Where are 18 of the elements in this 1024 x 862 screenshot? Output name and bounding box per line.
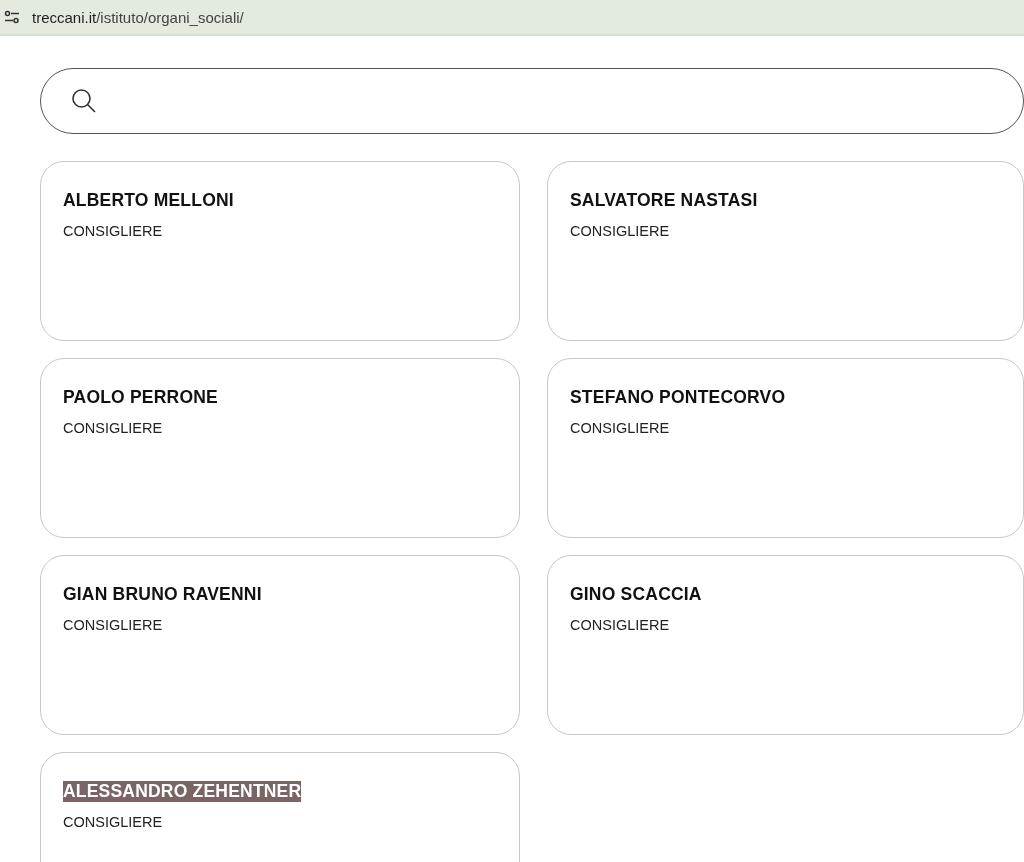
member-role: CONSIGLIERE [570, 223, 670, 239]
member-name: STEFANO PONTECORVO [570, 387, 786, 408]
member-role: CONSIGLIERE [63, 420, 163, 436]
member-role: CONSIGLIERE [63, 223, 163, 239]
member-role: CONSIGLIERE [63, 814, 163, 830]
member-name: SALVATORE NASTASI [570, 190, 758, 211]
member-role: CONSIGLIERE [63, 617, 163, 633]
search-field[interactable] [40, 68, 1024, 134]
member-name: ALESSANDRO ZEHENTNER [63, 781, 302, 802]
member-name: PAOLO PERRONE [63, 387, 218, 408]
member-role: CONSIGLIERE [570, 420, 670, 436]
search-icon [71, 88, 97, 114]
sliders-icon [4, 10, 20, 24]
member-name: ALBERTO MELLONI [63, 190, 234, 211]
member-name: GINO SCACCIA [570, 584, 702, 605]
url-text[interactable]: treccani.it/istituto/organi_sociali/ [32, 8, 244, 26]
member-role: CONSIGLIERE [570, 617, 670, 633]
member-name: GIAN BRUNO RAVENNI [63, 584, 262, 605]
